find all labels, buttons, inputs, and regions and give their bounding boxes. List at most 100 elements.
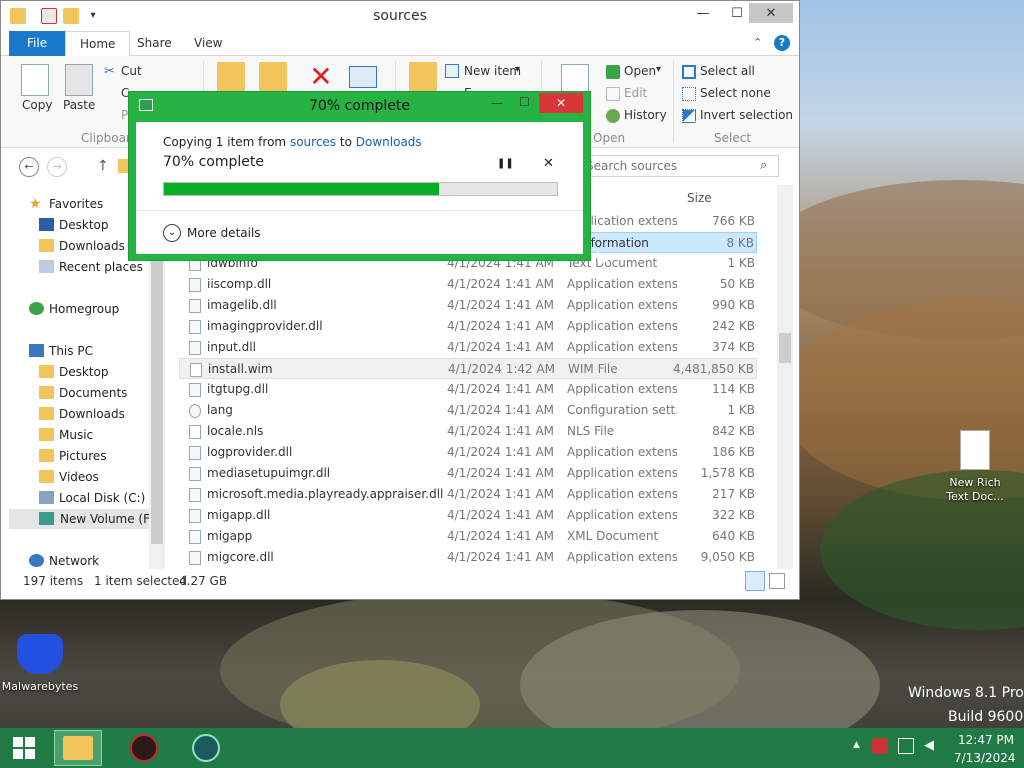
recent-places-icon (39, 260, 54, 273)
drive-icon (39, 512, 54, 525)
folder-icon (39, 407, 54, 420)
more-details-button[interactable]: More details (187, 226, 261, 240)
rename-icon[interactable] (349, 66, 377, 88)
dialog-minimize-button[interactable]: — (491, 96, 503, 110)
source-link[interactable]: sources (290, 135, 336, 149)
edit-button[interactable]: Edit (624, 86, 647, 100)
back-button[interactable]: ← (19, 157, 39, 177)
dialog-close-button[interactable]: ✕ (539, 93, 583, 113)
progress-status: 70% complete (163, 154, 264, 170)
network-icon[interactable] (898, 738, 914, 754)
scissors-icon: ✂ (104, 64, 115, 79)
file-icon (189, 446, 201, 460)
tray-overflow-icon[interactable]: ▲ (853, 740, 860, 750)
file-row[interactable]: locale.nls 4/1/2024 1:41 AM NLS File 842 KB (179, 421, 757, 442)
watermark-line2: Build 9600 (948, 709, 1024, 725)
file-row[interactable]: install.wim 4/1/2024 1:42 AM WIM File 4,481… (179, 358, 757, 379)
nav-pc-new-volume[interactable]: New Volume (F:) (9, 509, 158, 529)
filelist-scrollbar[interactable] (777, 185, 793, 569)
minimize-button[interactable]: — (686, 3, 720, 23)
desktop-icon-rich-text[interactable]: New Rich Text Doc... (940, 430, 1010, 504)
open-button[interactable]: Open (624, 64, 656, 78)
file-row[interactable]: migapp.dll 4/1/2024 1:41 AM Application ex… (179, 505, 757, 526)
taskbar: ▲ ◀ 12:47 PM 7/13/2024 (0, 728, 1024, 768)
delete-icon[interactable]: ✕ (307, 62, 335, 94)
copy-description: Copying 1 item from sources to Downloads (163, 135, 422, 149)
file-row[interactable]: itgtupg.dll 4/1/2024 1:41 AM Application e… (179, 379, 757, 400)
dialog-maximize-button[interactable]: ☐ (519, 95, 530, 109)
clock-date[interactable]: 7/13/2024 (954, 751, 1016, 765)
cut-button[interactable]: Cut (121, 64, 142, 78)
file-row[interactable]: migapp 4/1/2024 1:41 AM XML Document 640 KB (179, 526, 757, 547)
new-folder-icon[interactable] (409, 62, 437, 94)
move-to-icon[interactable] (217, 62, 245, 94)
file-row[interactable]: logprovider.dll 4/1/2024 1:41 AM Applicati… (179, 442, 757, 463)
file-row[interactable]: imagelib.dll 4/1/2024 1:41 AM Application … (179, 295, 757, 316)
desktop-icon-malwarebytes[interactable]: Malwarebytes (0, 634, 80, 693)
desktop-icon (39, 218, 54, 231)
title-bar[interactable]: ▾ sources — ☐ ✕ (1, 1, 799, 31)
search-box[interactable]: ⌕ (579, 155, 779, 177)
explorer-window: ▾ sources — ☐ ✕ File Home Share View ⌃ ?… (0, 0, 800, 600)
details-view-icon[interactable] (745, 571, 765, 591)
large-icons-view-icon[interactable] (769, 573, 785, 589)
scroll-thumb[interactable] (779, 333, 791, 363)
tab-home[interactable]: Home (65, 31, 131, 57)
search-input[interactable] (586, 158, 746, 174)
up-button[interactable]: ↑ (97, 158, 109, 174)
open-icon (606, 65, 620, 79)
select-all-button[interactable]: Select all (700, 64, 755, 78)
new-item-button[interactable]: New item (464, 64, 521, 78)
settings-file-icon (189, 404, 201, 418)
select-none-button[interactable]: Select none (700, 86, 771, 100)
cancel-button[interactable]: ✕ (543, 156, 554, 171)
destination-link[interactable]: Downloads (356, 135, 422, 149)
taskbar-app-shield[interactable] (182, 730, 230, 766)
file-icon (189, 467, 201, 481)
file-row[interactable]: imagingprovider.dll 4/1/2024 1:41 AM Appli… (179, 316, 757, 337)
file-row[interactable]: migcore.dll 4/1/2024 1:41 AM Application e… (179, 547, 757, 568)
folder-icon (39, 449, 54, 462)
paste-button[interactable]: Paste (63, 98, 95, 112)
file-row[interactable]: iiscomp.dll 4/1/2024 1:41 AM Application e… (179, 274, 757, 295)
tab-view[interactable]: View (180, 31, 236, 56)
copy-to-icon[interactable] (259, 62, 287, 94)
clipboard-group-label: Clipboar (81, 131, 131, 145)
file-icon (189, 320, 201, 334)
new-item-arrow[interactable]: ▾ (515, 64, 520, 75)
help-icon[interactable]: ? (774, 35, 790, 51)
size-column-header[interactable]: Size (687, 191, 712, 205)
taskbar-app-red[interactable] (120, 730, 168, 766)
progress-fill (164, 183, 440, 195)
chevron-down-icon[interactable]: ⌄ (163, 224, 181, 242)
clock-time[interactable]: 12:47 PM (958, 733, 1014, 747)
file-row[interactable]: input.dll 4/1/2024 1:41 AM Application ext… (179, 337, 757, 358)
tab-share[interactable]: Share (123, 31, 186, 56)
file-row[interactable]: lang 4/1/2024 1:41 AM Configuration sett..… (179, 400, 757, 421)
computer-icon (29, 344, 44, 357)
file-row[interactable]: mediasetupuimgr.dll 4/1/2024 1:41 AM Appli… (179, 463, 757, 484)
start-button[interactable] (0, 730, 48, 766)
copy-progress-dialog: 70% complete — ☐ ✕ Copying 1 item from s… (128, 91, 591, 261)
copy-button[interactable]: Copy (22, 98, 52, 112)
open-arrow[interactable]: ▾ (656, 64, 661, 75)
forward-button[interactable]: → (47, 157, 67, 177)
file-row[interactable]: microsoft.media.playready.appraiser.dll 4… (179, 484, 757, 505)
file-icon (189, 278, 201, 292)
search-icon[interactable]: ⌕ (760, 158, 767, 173)
tray-app-icon[interactable] (872, 738, 888, 754)
tab-file[interactable]: File (9, 31, 66, 56)
pause-button[interactable]: ❚❚ (497, 158, 514, 169)
watermark-line1: Windows 8.1 Pro (908, 685, 1024, 701)
document-icon (960, 430, 990, 470)
taskbar-explorer[interactable] (54, 730, 102, 766)
paste-icon (65, 64, 93, 96)
star-icon: ★ (29, 196, 42, 212)
close-button[interactable]: ✕ (749, 3, 793, 23)
history-button[interactable]: History (624, 108, 667, 122)
chevron-up-icon[interactable]: ⌃ (753, 36, 762, 49)
select-none-icon (682, 87, 696, 101)
xml-file-icon (189, 530, 201, 544)
invert-selection-button[interactable]: Invert selection (700, 108, 793, 122)
volume-icon[interactable]: ◀ (924, 738, 934, 753)
